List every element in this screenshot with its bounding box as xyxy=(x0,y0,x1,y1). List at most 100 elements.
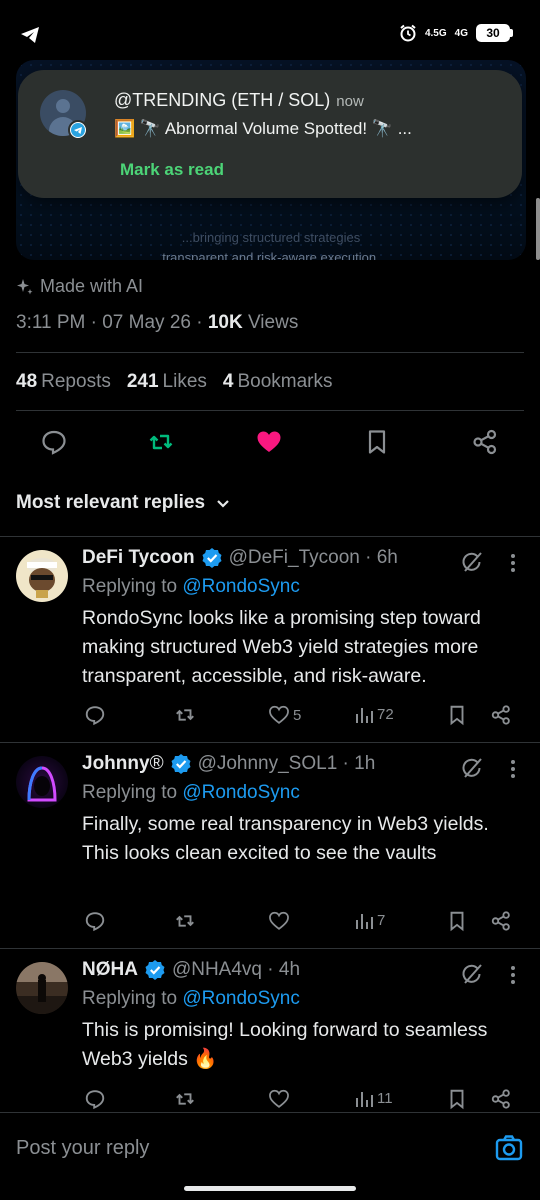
share-icon xyxy=(491,1089,510,1109)
reply-item[interactable]: Johnny® @Johnny_SOL1 · 1h Replying to @R… xyxy=(0,744,540,946)
bookmark-button[interactable] xyxy=(446,910,468,932)
author-handle[interactable]: @DeFi_Tycoon · 6h xyxy=(229,547,398,569)
reply-button[interactable] xyxy=(84,910,106,932)
verified-badge-icon xyxy=(171,754,191,774)
author-handle[interactable]: @Johnny_SOL1 · 1h xyxy=(198,753,376,775)
notification-message: 🖼️ 🔭 Abnormal Volume Spotted! 🔭 ... xyxy=(114,119,412,138)
bookmark-icon xyxy=(450,1089,464,1110)
repost-button[interactable] xyxy=(174,910,196,932)
replying-to: Replying to @RondoSync xyxy=(82,782,300,803)
grok-icon[interactable] xyxy=(460,550,484,574)
reposts-stat[interactable]: 48 Reposts xyxy=(16,371,111,393)
divider xyxy=(0,742,540,743)
divider xyxy=(0,948,540,949)
view-count: 72 xyxy=(377,705,394,723)
like-button[interactable] xyxy=(268,1088,293,1110)
telegram-icon xyxy=(21,27,39,43)
reply-button[interactable] xyxy=(84,704,106,726)
bookmark-button[interactable] xyxy=(446,1088,468,1110)
views-count: 10K xyxy=(207,312,243,333)
bookmark-icon xyxy=(450,911,464,932)
mention-link[interactable]: @RondoSync xyxy=(182,576,300,597)
mention-link[interactable]: @RondoSync xyxy=(182,782,300,803)
reply-sort-dropdown[interactable]: Most relevant replies xyxy=(16,492,231,514)
heart-icon xyxy=(269,1089,289,1108)
more-options-icon[interactable] xyxy=(508,552,518,574)
author-name[interactable]: NØHA xyxy=(82,959,138,981)
reply-header: DeFi Tycoon @DeFi_Tycoon · 6h xyxy=(82,547,398,569)
bookmark-icon xyxy=(368,430,386,454)
reply-button[interactable] xyxy=(37,425,71,459)
views-button[interactable]: 72 xyxy=(354,704,394,724)
views-button[interactable]: 7 xyxy=(354,910,385,930)
post-action-bar xyxy=(0,425,540,459)
reply-icon xyxy=(42,430,66,455)
reply-item[interactable]: NØHA @NHA4vq · 4h Replying to @RondoSync… xyxy=(0,950,540,1112)
mention-link[interactable]: @RondoSync xyxy=(182,988,300,1009)
chevron-down-icon xyxy=(217,500,229,508)
divider xyxy=(16,410,524,411)
reply-input[interactable]: Post your reply xyxy=(16,1137,149,1160)
repost-button[interactable] xyxy=(174,1088,196,1110)
like-button[interactable]: 5 xyxy=(268,704,301,726)
bookmarks-stat[interactable]: 4 Bookmarks xyxy=(223,371,333,393)
grok-icon[interactable] xyxy=(460,962,484,986)
status-icons: 4.5G 4G 30 xyxy=(399,24,513,42)
verified-badge-icon xyxy=(202,548,222,568)
mark-as-read-button[interactable]: Mark as read xyxy=(120,160,224,180)
more-options-icon[interactable] xyxy=(508,758,518,780)
reply-action-bar: 5 72 xyxy=(82,704,522,730)
more-options-icon[interactable] xyxy=(508,964,518,986)
alarm-icon xyxy=(400,24,416,42)
like-count: 5 xyxy=(293,706,302,724)
media-text-line2: transparent and risk-aware execution. xyxy=(162,250,380,260)
share-button[interactable] xyxy=(490,910,512,932)
like-button[interactable] xyxy=(252,425,286,459)
reply-header: Johnny® @Johnny_SOL1 · 1h xyxy=(82,753,375,775)
heart-filled-icon xyxy=(257,431,281,452)
views-icon xyxy=(356,708,373,723)
camera-icon[interactable] xyxy=(494,1133,524,1163)
avatar[interactable] xyxy=(16,962,68,1014)
author-handle[interactable]: @NHA4vq · 4h xyxy=(172,959,300,981)
author-name[interactable]: DeFi Tycoon xyxy=(82,547,195,569)
reply-icon xyxy=(85,912,105,932)
reply-button[interactable] xyxy=(84,1088,106,1110)
bookmark-button[interactable] xyxy=(446,704,468,726)
likes-stat[interactable]: 241 Likes xyxy=(127,371,207,393)
share-icon xyxy=(491,911,510,931)
share-button[interactable] xyxy=(490,1088,512,1110)
reply-item[interactable]: DeFi Tycoon @DeFi_Tycoon · 6h Replying t… xyxy=(0,538,540,740)
avatar[interactable] xyxy=(16,756,68,808)
reply-action-bar: 11 xyxy=(82,1088,522,1114)
scrollbar-thumb[interactable] xyxy=(536,198,540,260)
share-icon xyxy=(473,429,497,455)
repost-button[interactable] xyxy=(174,704,196,726)
share-button[interactable] xyxy=(468,425,502,459)
sparkle-icon xyxy=(17,278,33,294)
view-count: 7 xyxy=(377,911,386,929)
avatar[interactable] xyxy=(16,550,68,602)
network-4-5g-label: 4.5G xyxy=(424,27,447,39)
reply-text: This is promising! Looking forward to se… xyxy=(82,1019,488,1070)
views-icon xyxy=(356,1092,373,1107)
replying-to: Replying to @RondoSync xyxy=(82,576,300,597)
bookmark-button[interactable] xyxy=(360,425,394,459)
views-icon xyxy=(356,914,373,929)
media-text-line1: ...bringing structured strategies xyxy=(181,230,361,245)
grok-icon[interactable] xyxy=(460,756,484,780)
reply-header: NØHA @NHA4vq · 4h xyxy=(82,959,300,981)
like-button[interactable] xyxy=(268,910,293,932)
notification-popup[interactable]: @TRENDING (ETH / SOL) now 🖼️ 🔭 Abnormal V… xyxy=(18,70,522,198)
share-button[interactable] xyxy=(490,704,512,726)
repost-icon xyxy=(176,915,194,927)
views-button[interactable]: 11 xyxy=(354,1088,393,1108)
author-name[interactable]: Johnny® xyxy=(82,753,164,775)
heart-icon xyxy=(269,705,289,724)
home-indicator[interactable] xyxy=(184,1186,356,1191)
made-with-ai-label: Made with AI xyxy=(16,276,143,297)
battery-indicator: 30 xyxy=(476,24,513,42)
replying-to: Replying to @RondoSync xyxy=(82,988,300,1009)
repost-button[interactable] xyxy=(144,425,178,459)
notification-time: now xyxy=(336,93,364,110)
